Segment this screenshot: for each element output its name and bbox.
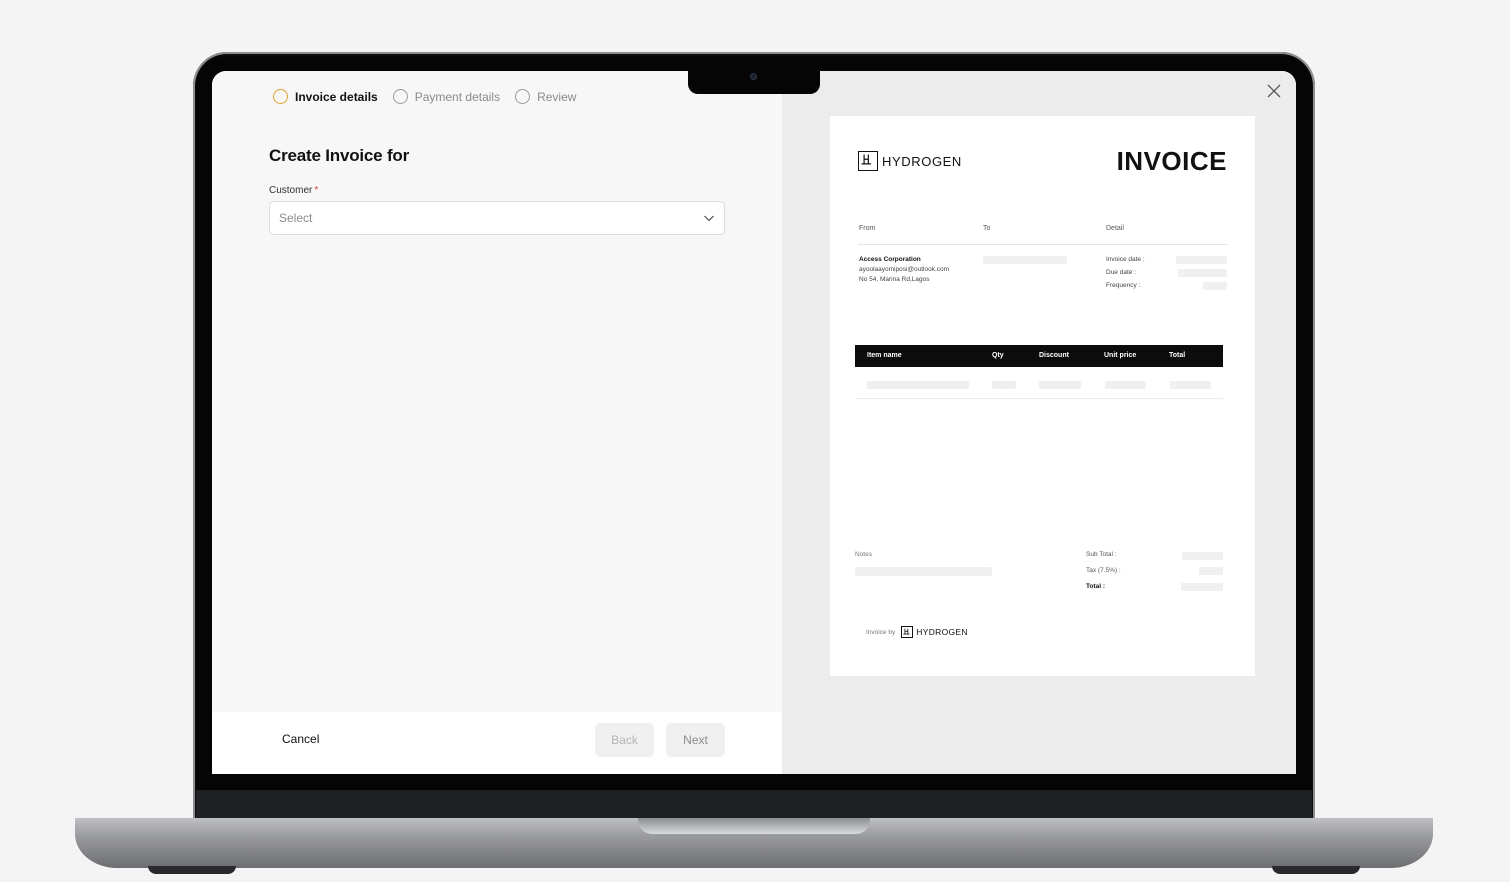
total-label: Total : [1086,583,1106,590]
customer-label-text: Customer [269,185,313,196]
camera-icon [750,73,757,80]
from-heading: From [859,225,876,232]
col-item-name: Item name [867,352,902,359]
col-unit-price: Unit price [1104,352,1137,359]
from-company: Access Corporation [859,256,921,263]
step-payment-details[interactable]: Payment details [392,89,501,104]
frequency-placeholder [1203,282,1227,290]
invoice-date-placeholder [1176,256,1227,264]
col-qty: Qty [992,352,1004,359]
total-placeholder [1170,381,1211,389]
laptop-foot [1272,866,1360,874]
chevron-down-icon [704,215,714,222]
due-date-label: Due date : [1106,269,1136,276]
required-asterisk: * [314,185,319,196]
next-button[interactable]: Next [666,723,725,757]
to-placeholder [983,256,1067,264]
brand-logo: HYDROGEN [858,151,962,171]
stepper: Invoice details Payment details Review [273,89,591,104]
step-label: Payment details [414,89,501,104]
subtotal-placeholder [1182,552,1223,560]
customer-select-placeholder: Select [279,211,313,225]
notes-label: Notes [855,551,872,558]
invoice-document: HYDROGEN INVOICE From To Detail Access C… [830,116,1255,676]
col-total: Total [1169,352,1186,359]
invoice-preview-panel: HYDROGEN INVOICE From To Detail Access C… [782,71,1296,774]
total-value-placeholder [1181,583,1223,591]
invoice-title: INVOICE [1116,146,1227,176]
brand-name: HYDROGEN [882,153,962,169]
row-divider [855,398,1223,399]
notes-placeholder [855,567,992,576]
col-discount: Discount [1039,352,1069,359]
customer-select[interactable]: Select [269,201,725,235]
discount-placeholder [1039,381,1081,389]
form-footer: Cancel Back Next [212,712,782,774]
tax-placeholder [1199,567,1223,575]
from-email: ayoolaayomiposi@outlook.com [859,266,950,273]
page-title: Create Invoice for [269,146,410,165]
frequency-label: Frequency : [1106,282,1141,289]
due-date-placeholder [1178,269,1227,277]
divider [858,244,1227,245]
invoice-date-label: Invoice date : [1106,256,1145,263]
customer-label: Customer * [269,185,318,196]
back-button[interactable]: Back [595,723,654,757]
qty-placeholder [992,381,1016,389]
step-circle-icon [392,89,408,104]
powered-by: Invoice by HYDROGEN [866,626,968,638]
camera-notch [688,71,820,94]
close-icon[interactable] [1266,83,1282,99]
invoice-form-panel: Invoice details Payment details Review C… [212,71,782,774]
to-heading: To [983,225,991,232]
laptop-foot [148,866,236,874]
unit-price-placeholder [1105,381,1146,389]
laptop-hinge [196,774,1312,790]
detail-heading: Detail [1106,225,1124,232]
powered-by-prefix: Invoice by [866,628,896,636]
item-name-placeholder [867,381,969,389]
tax-label: Tax (7.5%) : [1086,567,1121,574]
hydrogen-logo-icon [901,626,914,638]
laptop-mockup: Invoice details Payment details Review C… [0,0,1510,882]
from-address-line: No 54, Marina Rd,Lagos [859,276,930,283]
items-table-header: Item name Qty Discount Unit price Total [855,345,1223,367]
powered-by-brand: HYDROGEN [916,627,968,637]
step-circle-icon [515,89,531,104]
step-label: Review [537,89,577,104]
step-review[interactable]: Review [515,89,576,104]
step-circle-icon [273,89,288,104]
step-label: Invoice details [295,89,378,104]
subtotal-label: Sub Total : [1086,551,1117,558]
from-address: Access Corporation ayoolaayomiposi@outlo… [859,255,949,285]
laptop-opening-notch [638,818,870,834]
screen: Invoice details Payment details Review C… [212,71,1296,774]
cancel-button[interactable]: Cancel [282,732,319,746]
hydrogen-logo-icon [858,151,878,171]
laptop-hinge-strip [196,790,1312,818]
step-invoice-details[interactable]: Invoice details [273,89,378,104]
